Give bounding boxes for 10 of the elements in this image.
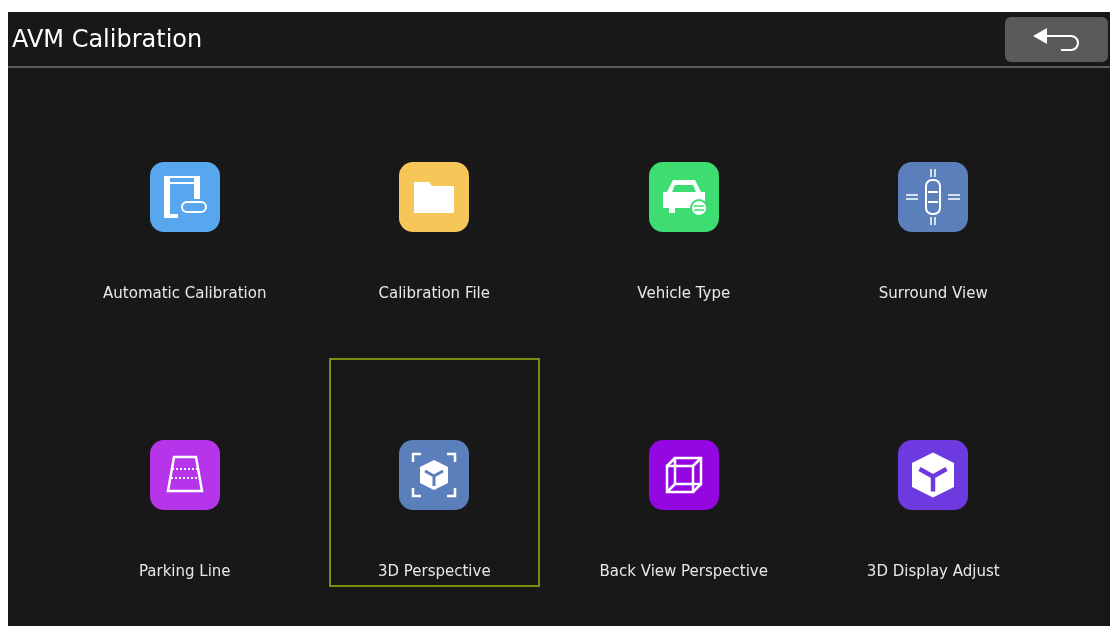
menu-tile[interactable]: Vehicle Type: [578, 80, 790, 309]
screen-title: AVM Calibration: [12, 24, 203, 55]
menu-tile[interactable]: 3D Perspective: [328, 358, 540, 587]
menu-tile[interactable]: 3D Display Adjust: [827, 358, 1039, 587]
menu-tile[interactable]: Back View Perspective: [578, 358, 790, 587]
menu-tile[interactable]: Calibration File: [328, 80, 540, 309]
back-button[interactable]: [1005, 16, 1108, 62]
menu-tile[interactable]: Parking Line: [79, 358, 291, 587]
menu-tile[interactable]: Surround View: [827, 80, 1039, 309]
menu-tile[interactable]: Automatic Calibration: [79, 80, 291, 309]
